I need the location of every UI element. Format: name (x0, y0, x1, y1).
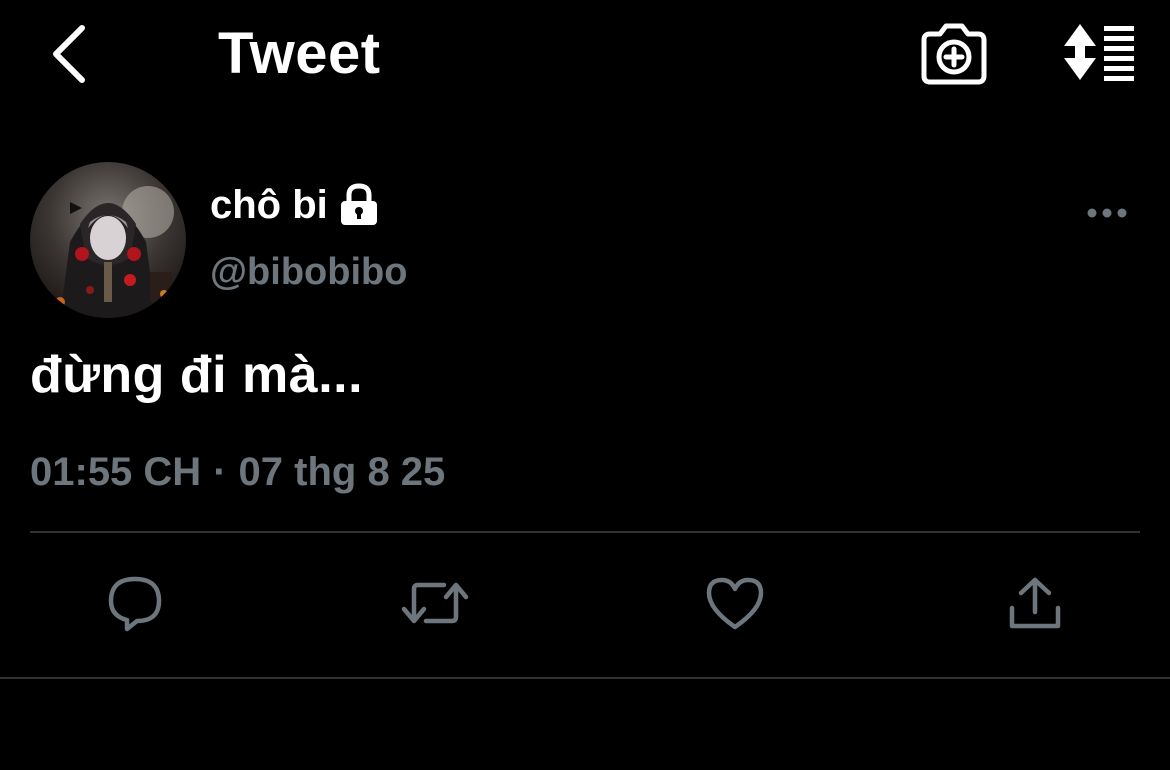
camera-button[interactable] (918, 20, 990, 88)
share-button[interactable] (1000, 570, 1070, 636)
user-handle[interactable]: @bibobibo (210, 246, 407, 298)
reply-icon (108, 576, 162, 632)
page-title: Tweet (218, 21, 381, 86)
chevron-left-icon (53, 25, 85, 83)
more-horizontal-icon (1087, 208, 1127, 218)
tweet-timestamp: 01:55 CH · 07 thg 8 25 (30, 446, 445, 498)
divider (0, 677, 1170, 679)
tweet-text: đừng đi mà... (30, 346, 364, 404)
retweet-icon (401, 582, 469, 624)
tweet-detail-screen: Tweet chô bi @bibobibo đừng đi mà... 01:… (0, 0, 1170, 770)
reply-button[interactable] (100, 570, 170, 636)
avatar-image (30, 162, 186, 318)
tweet-time: 01:55 CH (30, 450, 202, 494)
tweet-date: 07 thg 8 25 (238, 450, 446, 494)
display-name-row[interactable]: chô bi (210, 176, 380, 234)
lock-icon (340, 183, 377, 225)
avatar[interactable] (30, 162, 186, 318)
camera-add-icon (921, 23, 987, 85)
like-button[interactable] (700, 570, 770, 636)
more-options-button[interactable] (1082, 196, 1132, 230)
top-nav-bar: Tweet (0, 0, 1170, 110)
divider (30, 531, 1140, 533)
back-button[interactable] (40, 22, 96, 86)
share-icon (1009, 577, 1061, 629)
display-name: chô bi (210, 182, 328, 227)
retweet-button[interactable] (400, 570, 470, 636)
sort-list-icon (1064, 24, 1134, 81)
heart-icon (706, 577, 764, 630)
sort-button[interactable] (1056, 22, 1140, 84)
meta-separator: · (213, 450, 227, 494)
